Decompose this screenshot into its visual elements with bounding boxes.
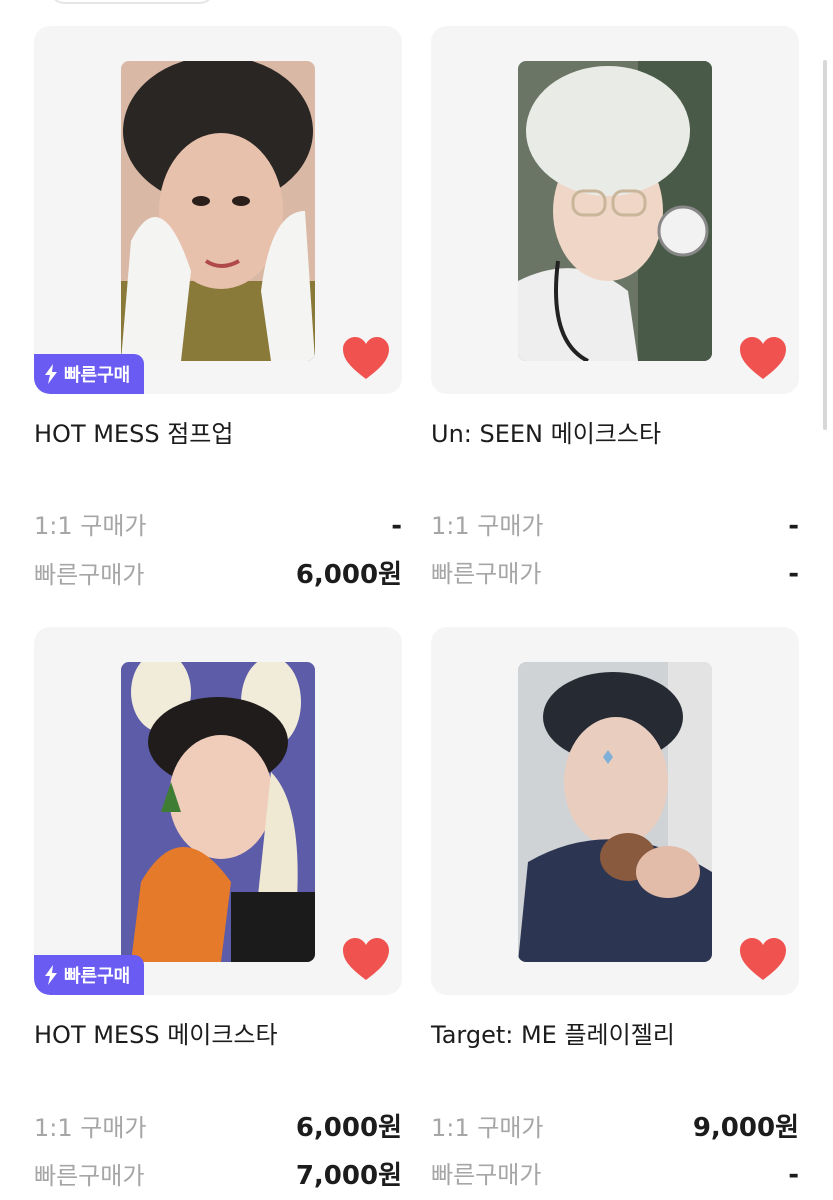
price-row-one-to-one: 1:1 구매가 - (34, 506, 402, 541)
lightning-icon (45, 965, 57, 985)
photocard-image (121, 61, 315, 361)
price-label: 빠른구매가 (431, 1161, 542, 1189)
product-card[interactable]: Target: ME 플레이젤리 1:1 구매가 9,000원 빠른구매가 - (431, 627, 799, 1193)
product-title[interactable]: HOT MESS 점프업 (34, 414, 233, 449)
price-value: - (391, 511, 402, 541)
quick-buy-badge: 빠른구매 (34, 955, 145, 995)
price-row-one-to-one: 1:1 구매가 - (431, 506, 799, 541)
price-row-quick: 빠른구매가 7,000원 (34, 1155, 402, 1192)
top-pill-outline (50, 0, 214, 4)
price-label: 빠른구매가 (34, 561, 145, 589)
price-value: - (788, 511, 799, 541)
price-value: 6,000원 (295, 1113, 402, 1143)
price-label: 빠른구매가 (34, 1162, 145, 1190)
favorite-heart-icon[interactable] (739, 937, 787, 981)
lightning-icon (45, 364, 57, 384)
price-label: 1:1 구매가 (34, 1114, 147, 1142)
price-value: 7,000원 (295, 1161, 402, 1191)
product-grid: 빠른구매 HOT MESS 점프업 1:1 구매가 - 빠른구매가 6,000원 (34, 26, 800, 1193)
badge-label: 빠른구매 (64, 365, 131, 386)
product-thumbnail[interactable] (431, 627, 799, 995)
price-value: - (788, 559, 799, 589)
photocard-image (518, 61, 712, 361)
price-value: - (788, 1160, 799, 1190)
price-value: 9,000원 (692, 1113, 799, 1143)
product-title[interactable]: HOT MESS 메이크스타 (34, 1015, 278, 1050)
product-thumbnail[interactable]: 빠른구매 (34, 26, 402, 394)
photocard-image (121, 662, 315, 962)
badge-label: 빠른구매 (64, 966, 131, 987)
price-row-one-to-one: 1:1 구매가 9,000원 (431, 1107, 799, 1144)
quick-buy-badge: 빠른구매 (34, 354, 145, 394)
product-title[interactable]: Un: SEEN 메이크스타 (431, 414, 661, 449)
product-card[interactable]: Un: SEEN 메이크스타 1:1 구매가 - 빠른구매가 - (431, 26, 799, 592)
price-label: 빠른구매가 (431, 560, 542, 588)
price-label: 1:1 구매가 (34, 512, 147, 540)
product-title[interactable]: Target: ME 플레이젤리 (431, 1015, 675, 1050)
product-card[interactable]: 빠른구매 HOT MESS 메이크스타 1:1 구매가 6,000원 빠른구매가… (34, 627, 402, 1193)
price-row-quick: 빠른구매가 6,000원 (34, 554, 402, 591)
scrollbar[interactable] (823, 60, 827, 430)
price-row-quick: 빠른구매가 - (431, 1155, 799, 1190)
price-label: 1:1 구매가 (431, 512, 544, 540)
favorite-heart-icon[interactable] (739, 336, 787, 380)
favorite-heart-icon[interactable] (342, 937, 390, 981)
product-thumbnail[interactable]: 빠른구매 (34, 627, 402, 995)
photocard-image (518, 662, 712, 962)
product-card[interactable]: 빠른구매 HOT MESS 점프업 1:1 구매가 - 빠른구매가 6,000원 (34, 26, 402, 592)
price-row-quick: 빠른구매가 - (431, 554, 799, 589)
price-label: 1:1 구매가 (431, 1114, 544, 1142)
product-thumbnail[interactable] (431, 26, 799, 394)
price-value: 6,000원 (295, 560, 402, 590)
favorite-heart-icon[interactable] (342, 336, 390, 380)
price-row-one-to-one: 1:1 구매가 6,000원 (34, 1107, 402, 1144)
